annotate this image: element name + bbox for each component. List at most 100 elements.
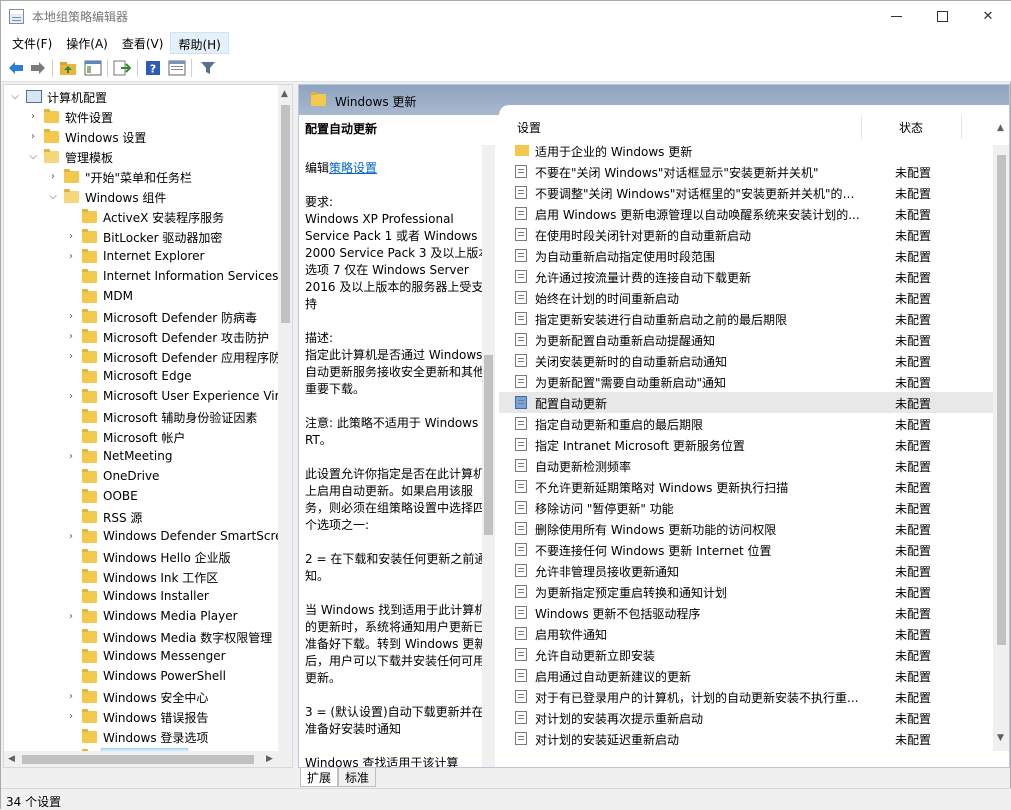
list-vertical-scrollbar[interactable]: ▲ ▼ — [993, 123, 1009, 751]
tree-item[interactable]: OOBE — [4, 487, 292, 507]
policy-row[interactable]: 为更新配置"需要自动重新启动"通知 未配置 — [499, 371, 993, 392]
policy-row[interactable]: 自动更新检测频率 未配置 — [499, 455, 993, 476]
policy-row[interactable]: 不要在"关闭 Windows"对话框显示"安装更新并关机" 未配置 — [499, 161, 993, 182]
scroll-up-arrow-icon[interactable]: ▲ — [997, 123, 1004, 133]
tree-item[interactable]: Microsoft Edge — [4, 367, 292, 387]
collapsed-chevron-icon[interactable]: › — [48, 171, 58, 183]
policy-row[interactable]: 删除使用所有 Windows 更新功能的访问权限 未配置 — [499, 518, 993, 539]
expanded-chevron-icon[interactable]: ⌵ — [48, 191, 58, 203]
description-scroll-thumb[interactable] — [484, 355, 493, 535]
tree-item[interactable]: Microsoft 帐户 — [4, 427, 292, 447]
policy-row[interactable]: 不要调整"关闭 Windows"对话框里的"安装更新并关机"的默... 未配置 — [499, 182, 993, 203]
policy-row[interactable]: 为更新指定预定重启转换和通知计划 未配置 — [499, 581, 993, 602]
tree-item[interactable]: › Microsoft Defender 应用程序防 — [4, 347, 292, 367]
policy-row[interactable]: 允许非管理员接收更新通知 未配置 — [499, 560, 993, 581]
tree-item[interactable]: Windows Messenger — [4, 647, 292, 667]
tree-item[interactable]: ⌵ Windows 组件 — [4, 187, 292, 207]
tree-item[interactable]: › Windows 错误报告 — [4, 707, 292, 727]
menu-action[interactable]: 操作(A) — [59, 32, 115, 54]
policy-row[interactable]: 对计划的安装再次提示重新启动 未配置 — [499, 707, 993, 728]
menu-help[interactable]: 帮助(H) — [170, 32, 229, 54]
tree-item[interactable]: Windows Installer — [4, 587, 292, 607]
tree-item[interactable]: ActiveX 安装程序服务 — [4, 207, 292, 227]
policy-row[interactable]: 对于有已登录用户的计算机，计划的自动更新安装不执行重... 未配置 — [499, 686, 993, 707]
policy-row[interactable]: 始终在计划的时间重新启动 未配置 — [499, 287, 993, 308]
policy-row[interactable]: 配置自动更新 未配置 — [499, 392, 993, 413]
policy-row[interactable]: 允许通过按流量计费的连接自动下载更新 未配置 — [499, 266, 993, 287]
collapsed-chevron-icon[interactable]: › — [66, 531, 76, 543]
tree-item[interactable]: › Windows 安全中心 — [4, 687, 292, 707]
filter-icon[interactable] — [199, 59, 217, 77]
tree-item[interactable]: › NetMeeting — [4, 447, 292, 467]
collapsed-chevron-icon[interactable]: › — [66, 351, 76, 363]
tree-item[interactable]: MDM — [4, 287, 292, 307]
policy-row[interactable]: 关闭安装更新时的自动重新启动通知 未配置 — [499, 350, 993, 371]
forward-arrow-icon[interactable] — [29, 59, 47, 77]
tree-item[interactable]: › Windows 设置 — [4, 127, 292, 147]
collapsed-chevron-icon[interactable]: › — [66, 451, 76, 463]
scroll-down-arrow-icon[interactable]: ▼ — [997, 733, 1004, 743]
collapsed-chevron-icon[interactable]: › — [66, 711, 76, 723]
policy-row[interactable]: 移除访问 "暂停更新" 功能 未配置 — [499, 497, 993, 518]
tree-item[interactable]: Windows Ink 工作区 — [4, 567, 292, 587]
description-scrollbar[interactable] — [482, 145, 495, 767]
menu-view[interactable]: 查看(V) — [115, 32, 171, 54]
collapsed-chevron-icon[interactable]: › — [66, 691, 76, 703]
collapsed-chevron-icon[interactable]: › — [66, 231, 76, 243]
column-header-state[interactable]: 状态 — [899, 119, 923, 136]
navigation-tree[interactable]: ⌵ 计算机配置 › 软件设置 › Windows 设置 ⌵ 管理模板 › "开始"菜单和任务栏… — [3, 84, 293, 768]
policy-row[interactable]: 对计划的安装延迟重新启动 未配置 — [499, 728, 993, 749]
policy-row[interactable]: 允许自动更新立即安装 未配置 — [499, 644, 993, 665]
column-divider[interactable] — [961, 115, 962, 139]
tree-item[interactable]: Windows 登录选项 — [4, 727, 292, 747]
tree-item[interactable]: › Windows Defender SmartScre — [4, 527, 292, 547]
minimize-button[interactable] — [873, 1, 919, 32]
help-icon[interactable]: ? — [144, 59, 162, 77]
policy-row[interactable]: Windows 更新不包括驱动程序 未配置 — [499, 602, 993, 623]
policy-row[interactable]: 为自动重新启动指定使用时段范围 未配置 — [499, 245, 993, 266]
policy-settings-link[interactable]: 策略设置 — [329, 161, 377, 175]
back-arrow-icon[interactable] — [7, 59, 25, 77]
tree-item[interactable]: Windows PowerShell — [4, 667, 292, 687]
tab-standard[interactable]: 标准 — [338, 768, 377, 787]
tree-item[interactable]: › "开始"菜单和任务栏 — [4, 167, 292, 187]
collapsed-chevron-icon[interactable]: › — [28, 111, 38, 123]
tree-vertical-scrollbar[interactable]: ▲ — [278, 85, 292, 751]
close-button[interactable]: ✕ — [965, 1, 1011, 32]
tree-horizontal-scroll-thumb[interactable] — [22, 755, 254, 764]
tree-item[interactable]: › Windows Media Player — [4, 607, 292, 627]
list-folder-item[interactable]: 适用于企业的 Windows 更新 — [499, 140, 993, 161]
tree-item[interactable]: › Microsoft Defender 攻击防护 — [4, 327, 292, 347]
policy-row[interactable]: 启用 Windows 更新电源管理以自动唤醒系统来安装计划的... 未配置 — [499, 203, 993, 224]
tree-item[interactable]: › Internet Explorer — [4, 247, 292, 267]
policy-row[interactable]: 启用软件通知 未配置 — [499, 623, 993, 644]
tree-item[interactable]: ⌵ 管理模板 — [4, 147, 292, 167]
tree-item[interactable]: › 软件设置 — [4, 107, 292, 127]
scroll-left-arrow-icon[interactable]: ◀ — [8, 754, 15, 764]
list-vertical-scroll-thumb[interactable] — [997, 155, 1006, 645]
tree-vertical-scroll-thumb[interactable] — [281, 105, 290, 323]
policy-row[interactable]: 为更新配置自动重新启动提醒通知 未配置 — [499, 329, 993, 350]
collapsed-chevron-icon[interactable]: › — [66, 251, 76, 263]
tree-horizontal-scrollbar[interactable]: ◀ ▶ — [4, 751, 292, 767]
tree-item[interactable]: › BitLocker 驱动器加密 — [4, 227, 292, 247]
policy-row[interactable]: 指定 Intranet Microsoft 更新服务位置 未配置 — [499, 434, 993, 455]
collapsed-chevron-icon[interactable]: › — [66, 311, 76, 323]
tree-item[interactable]: Windows Hello 企业版 — [4, 547, 292, 567]
tree-item[interactable]: › Microsoft User Experience Vir — [4, 387, 292, 407]
tree-item[interactable]: › Microsoft Defender 防病毒 — [4, 307, 292, 327]
scroll-right-arrow-icon[interactable]: ▶ — [266, 754, 273, 764]
policy-row[interactable]: 不允许更新延期策略对 Windows 更新执行扫描 未配置 — [499, 476, 993, 497]
collapsed-chevron-icon[interactable]: › — [66, 331, 76, 343]
show-hide-tree-icon[interactable] — [84, 59, 102, 77]
properties-icon[interactable] — [168, 59, 186, 77]
collapsed-chevron-icon[interactable]: › — [66, 611, 76, 623]
menu-file[interactable]: 文件(F) — [5, 32, 59, 54]
expanded-chevron-icon[interactable]: ⌵ — [10, 91, 20, 103]
collapsed-chevron-icon[interactable]: › — [28, 131, 38, 143]
policy-row[interactable]: 不要连接任何 Windows 更新 Internet 位置 未配置 — [499, 539, 993, 560]
tree-item[interactable]: OneDrive — [4, 467, 292, 487]
export-list-icon[interactable] — [113, 59, 131, 77]
tree-item[interactable]: Internet Information Services — [4, 267, 292, 287]
policy-row[interactable]: 指定自动更新和重启的最后期限 未配置 — [499, 413, 993, 434]
